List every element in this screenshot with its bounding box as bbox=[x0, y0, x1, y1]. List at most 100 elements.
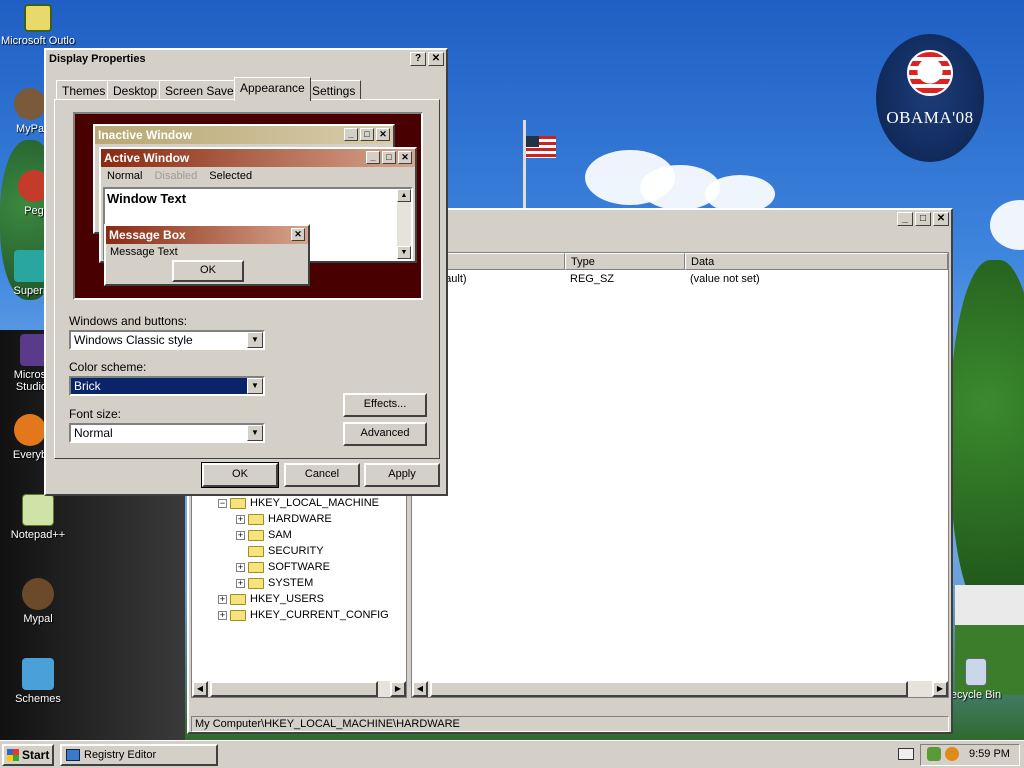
logo-text: OBAMA'08 bbox=[886, 108, 974, 127]
menu-selected: Selected bbox=[209, 170, 253, 182]
horizontal-scrollbar[interactable]: ◀ ▶ bbox=[412, 681, 948, 697]
font-size-label: Font size: bbox=[69, 407, 122, 421]
tree-item-hardware[interactable]: + HARDWARE bbox=[236, 511, 332, 527]
tab-desktop[interactable]: Desktop bbox=[107, 80, 164, 100]
super-shortcut-icon bbox=[14, 250, 46, 282]
everything-shortcut-icon bbox=[14, 414, 46, 446]
column-header-type[interactable]: Type bbox=[565, 253, 685, 270]
chevron-down-icon[interactable]: ▼ bbox=[247, 378, 263, 394]
preview-menu-bar: Normal Disabled Selected bbox=[101, 167, 415, 185]
close-icon: ✕ bbox=[376, 128, 390, 141]
status-bar: My Computer\HKEY_LOCAL_MACHINE\HARDWARE bbox=[191, 716, 949, 732]
keyboard-icon[interactable] bbox=[898, 748, 914, 760]
color-scheme-select[interactable]: Brick ▼ bbox=[69, 376, 265, 396]
expand-icon[interactable]: + bbox=[218, 594, 227, 604]
maximize-icon: □ bbox=[382, 151, 396, 164]
expand-icon[interactable]: + bbox=[236, 530, 245, 540]
close-icon: ✕ bbox=[291, 228, 305, 241]
apply-button[interactable]: Apply bbox=[364, 463, 440, 487]
windows-buttons-label: Windows and buttons: bbox=[69, 314, 188, 328]
close-button[interactable]: ✕ bbox=[933, 212, 949, 226]
ok-button[interactable]: OK bbox=[201, 462, 279, 488]
expand-icon[interactable]: + bbox=[236, 514, 245, 524]
desktop-icon-mypal[interactable]: Mypal bbox=[0, 578, 76, 625]
close-button[interactable]: ✕ bbox=[428, 52, 444, 66]
tree-item-label: SAM bbox=[268, 529, 292, 541]
registry-editor-icon bbox=[66, 749, 80, 761]
scroll-right-button[interactable]: ▶ bbox=[932, 681, 948, 697]
expand-icon[interactable]: + bbox=[236, 562, 245, 572]
tab-themes[interactable]: Themes bbox=[56, 80, 112, 100]
windows-buttons-select[interactable]: Windows Classic style ▼ bbox=[69, 330, 265, 350]
desktop-icon-schemes[interactable]: Schemes bbox=[0, 658, 76, 705]
preview-active-titlebar: Active Window _ □ ✕ bbox=[101, 149, 415, 167]
desktop-icon-notepadpp[interactable]: Notepad++ bbox=[0, 494, 76, 541]
chevron-down-icon[interactable]: ▼ bbox=[247, 332, 263, 348]
scroll-thumb[interactable] bbox=[210, 681, 378, 697]
clock[interactable]: 9:59 PM bbox=[969, 748, 1010, 760]
preview-inactive-titlebar: Inactive Window _ □ ✕ bbox=[95, 126, 393, 144]
collapse-icon[interactable]: − bbox=[218, 498, 227, 508]
advanced-button[interactable]: Advanced bbox=[343, 422, 427, 446]
tab-appearance[interactable]: Appearance bbox=[234, 77, 311, 101]
cancel-button[interactable]: Cancel bbox=[284, 463, 360, 487]
system-tray: 9:59 PM bbox=[920, 744, 1020, 766]
minimize-icon: _ bbox=[366, 151, 380, 164]
tree-item-security[interactable]: SECURITY bbox=[248, 543, 324, 559]
tree-item-software[interactable]: + SOFTWARE bbox=[236, 559, 330, 575]
tree-horizontal-scrollbar[interactable]: ◀ ▶ bbox=[192, 681, 406, 697]
maximize-button[interactable]: □ bbox=[915, 212, 931, 226]
expand-icon[interactable]: + bbox=[236, 578, 245, 588]
minimize-button[interactable]: _ bbox=[897, 212, 913, 226]
folder-icon bbox=[248, 545, 264, 557]
scroll-right-button[interactable]: ▶ bbox=[390, 681, 406, 697]
msgbox-text: Message Text bbox=[110, 246, 178, 258]
font-size-select[interactable]: Normal ▼ bbox=[69, 423, 265, 443]
search-icon[interactable] bbox=[945, 747, 959, 761]
start-label: Start bbox=[22, 748, 50, 762]
preview-msgbox-titlebar: Message Box ✕ bbox=[106, 226, 308, 244]
tab-settings[interactable]: Settings bbox=[306, 80, 362, 100]
scroll-left-button[interactable]: ◀ bbox=[192, 681, 208, 697]
expand-icon[interactable]: + bbox=[218, 610, 227, 620]
taskbar-item-registry-editor[interactable]: Registry Editor bbox=[60, 744, 218, 766]
tree-item-hku[interactable]: + HKEY_USERS bbox=[218, 591, 324, 607]
windows-logo-icon bbox=[7, 749, 19, 761]
registry-values-list[interactable]: Type Data efault) REG_SZ (value not set)… bbox=[411, 252, 949, 698]
network-icon[interactable] bbox=[927, 747, 941, 761]
effects-button[interactable]: Effects... bbox=[343, 393, 427, 417]
preview-scrollbar: ▲ ▼ bbox=[397, 189, 411, 259]
chevron-down-icon[interactable]: ▼ bbox=[247, 425, 263, 441]
table-row[interactable]: efault) REG_SZ (value not set) bbox=[412, 273, 948, 289]
obama-emblem-icon bbox=[907, 50, 953, 96]
tree-item-sam[interactable]: + SAM bbox=[236, 527, 292, 543]
recycle-bin-icon bbox=[965, 658, 987, 686]
minimize-icon: _ bbox=[344, 128, 358, 141]
desktop-icon-label: Notepad++ bbox=[10, 529, 66, 541]
folder-icon bbox=[248, 513, 264, 525]
close-icon: ✕ bbox=[398, 151, 412, 164]
help-button[interactable]: ? bbox=[410, 52, 426, 66]
tree-item-hkcc[interactable]: + HKEY_CURRENT_CONFIG bbox=[218, 607, 389, 623]
registry-tree[interactable]: − HKEY_LOCAL_MACHINE + HARDWARE + SAM SE… bbox=[191, 492, 407, 698]
preview-message-box: Message Box ✕ Message Text OK bbox=[104, 224, 310, 286]
menu-normal: Normal bbox=[107, 170, 143, 182]
scroll-thumb[interactable] bbox=[430, 681, 908, 697]
start-button[interactable]: Start bbox=[2, 744, 54, 766]
display-properties-dialog: Display Properties ? ✕ Themes Desktop Sc… bbox=[44, 48, 448, 496]
tab-screen-saver[interactable]: Screen Saver bbox=[159, 80, 244, 100]
font-size-value: Normal bbox=[74, 426, 113, 440]
folder-icon bbox=[230, 593, 246, 605]
dialog-title: Display Properties bbox=[49, 53, 146, 65]
dialog-titlebar[interactable]: Display Properties ? ✕ bbox=[46, 50, 446, 68]
tree-item-system[interactable]: + SYSTEM bbox=[236, 575, 313, 591]
windows-buttons-value: Windows Classic style bbox=[74, 333, 193, 347]
scroll-left-button[interactable]: ◀ bbox=[412, 681, 428, 697]
maximize-icon: □ bbox=[360, 128, 374, 141]
schemes-icon bbox=[22, 658, 54, 690]
tree-item-hklm[interactable]: − HKEY_LOCAL_MACHINE bbox=[218, 495, 379, 511]
column-header-data[interactable]: Data bbox=[685, 253, 948, 270]
desktop-icon-outlook[interactable]: Microsoft Outlo bbox=[0, 4, 76, 47]
color-scheme-label: Color scheme: bbox=[69, 360, 147, 374]
mypal-shortcut-icon bbox=[14, 88, 46, 120]
